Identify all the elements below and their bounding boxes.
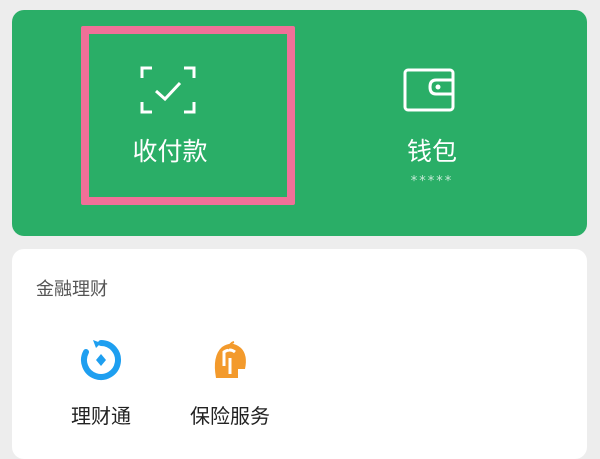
licaitong-label: 理财通	[71, 404, 131, 428]
insurance-icon	[214, 341, 246, 378]
pay-receive-button[interactable]: 收付款	[40, 10, 300, 236]
pay-receive-label: 收付款	[132, 137, 208, 166]
finance-section: 金融理财 理财通 保险服务	[12, 249, 587, 459]
wallet-icon	[403, 68, 455, 112]
insurance-services-button[interactable]: 保险服务	[175, 334, 285, 429]
wallet-label: 钱包	[406, 137, 457, 166]
licaitong-icon	[81, 340, 121, 380]
insurance-services-label: 保险服务	[190, 404, 270, 428]
finance-section-title: 金融理财	[36, 279, 108, 300]
wallet-balance-masked: *****	[410, 174, 454, 189]
licaitong-button[interactable]: 理财通	[46, 334, 156, 429]
wechat-pay-top-card: 收付款 钱包 *****	[12, 10, 587, 236]
scan-check-icon	[140, 66, 196, 114]
wallet-button[interactable]: 钱包 *****	[302, 10, 562, 236]
